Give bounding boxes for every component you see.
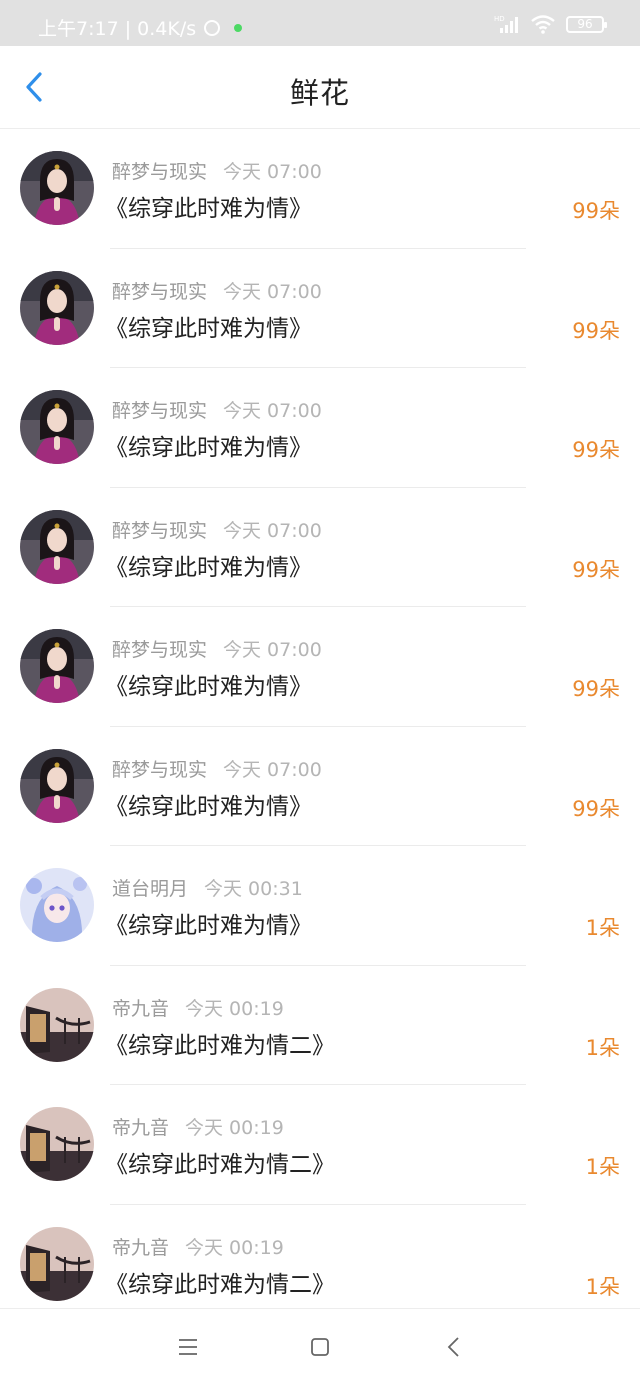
- sender-name: 醉梦与现实: [112, 639, 208, 661]
- sent-time: 今天 07:00: [223, 400, 322, 422]
- item-meta: 醉梦与现实 今天 07:00: [112, 755, 322, 782]
- home-icon[interactable]: [308, 1335, 332, 1359]
- list-item[interactable]: 醉梦与现实 今天 07:00 《综穿此时难为情》 99朵: [0, 249, 640, 368]
- item-meta: 醉梦与现实 今天 07:00: [112, 277, 322, 304]
- book-title: 《综穿此时难为情》: [105, 554, 312, 581]
- flower-amount: 1朵: [585, 1274, 620, 1299]
- list-item[interactable]: 醉梦与现实 今天 07:00 《综穿此时难为情》 99朵: [0, 129, 640, 249]
- sender-name: 醉梦与现实: [112, 161, 208, 183]
- sender-name: 帝九音: [112, 1117, 170, 1139]
- book-title: 《综穿此时难为情二》: [105, 1271, 335, 1298]
- book-title: 《综穿此时难为情》: [105, 435, 312, 461]
- flower-amount: 99朵: [572, 557, 620, 582]
- book-title: 《综穿此时难为情》: [105, 315, 312, 342]
- sent-time: 今天 00:19: [185, 1236, 284, 1259]
- avatar[interactable]: [20, 509, 94, 584]
- item-meta: 醉梦与现实 今天 07:00: [112, 635, 322, 662]
- notification-dot-icon: [234, 23, 243, 32]
- book-title: 《综穿此时难为情》: [105, 793, 312, 820]
- avatar[interactable]: [20, 1107, 94, 1181]
- flower-amount: 1朵: [585, 1155, 620, 1179]
- item-meta: 帝九音 今天 00:19: [112, 1233, 284, 1260]
- sender-name: 帝九音: [112, 1236, 170, 1259]
- sender-name: 醉梦与现实: [112, 280, 208, 303]
- flower-amount: 99朵: [572, 677, 620, 701]
- flower-amount: 99朵: [572, 438, 620, 462]
- flower-amount: 1朵: [585, 1035, 620, 1060]
- avatar[interactable]: [20, 1226, 94, 1301]
- avatar[interactable]: [20, 987, 94, 1062]
- page-title: 鲜花: [289, 76, 350, 110]
- menu-icon[interactable]: [176, 1335, 200, 1359]
- flower-amount: 99朵: [572, 199, 620, 223]
- list-item[interactable]: 道台明月 今天 00:31 《综穿此时难为情》 1朵: [0, 846, 640, 966]
- book-title: 《综穿此时难为情二》: [105, 1032, 335, 1059]
- wifi-icon: [531, 15, 555, 34]
- avatar[interactable]: [20, 151, 94, 225]
- book-title: 《综穿此时难为情》: [105, 913, 312, 939]
- list-item[interactable]: 帝九音 今天 00:19 《综穿此时难为情二》 1朵: [0, 1085, 640, 1205]
- sender-name: 帝九音: [112, 997, 170, 1020]
- book-title: 《综穿此时难为情》: [105, 674, 312, 700]
- status-time: 上午7:17 | 0.4K/s: [38, 18, 197, 40]
- item-meta: 帝九音 今天 00:19: [112, 1113, 284, 1140]
- sent-time: 今天 07:00: [223, 161, 322, 183]
- sender-name: 道台明月: [112, 878, 189, 900]
- item-meta: 帝九音 今天 00:19: [112, 994, 284, 1021]
- back-nav-icon[interactable]: [442, 1335, 466, 1359]
- status-left: 上午7:17 | 0.4K/s: [38, 14, 243, 41]
- item-meta: 道台明月 今天 00:31: [112, 874, 303, 901]
- sender-name: 醉梦与现实: [112, 758, 208, 781]
- alarm-icon: [204, 19, 221, 36]
- status-right: HD 96: [494, 14, 607, 34]
- sent-time: 今天 00:19: [185, 997, 284, 1020]
- item-meta: 醉梦与现实 今天 07:00: [112, 157, 322, 184]
- sent-time: 今天 00:31: [204, 878, 303, 900]
- flower-list: 醉梦与现实 今天 07:00 《综穿此时难为情》 99朵 醉梦与现实 今天 07:00 《综…: [0, 129, 640, 1324]
- flower-amount: 99朵: [572, 318, 620, 343]
- sender-name: 醉梦与现实: [112, 400, 208, 422]
- list-item[interactable]: 帝九音 今天 00:19 《综穿此时难为情二》 1朵: [0, 1205, 640, 1324]
- sent-time: 今天 07:00: [223, 758, 322, 781]
- list-item[interactable]: 醉梦与现实 今天 07:00 《综穿此时难为情》 99朵: [0, 727, 640, 846]
- list-item[interactable]: 帝九音 今天 00:19 《综穿此时难为情二》 1朵: [0, 966, 640, 1085]
- book-title: 《综穿此时难为情二》: [105, 1152, 335, 1178]
- sent-time: 今天 07:00: [223, 519, 322, 542]
- signal-icon: HD: [494, 15, 518, 33]
- list-item[interactable]: 醉梦与现实 今天 07:00 《综穿此时难为情》 99朵: [0, 607, 640, 727]
- sender-name: 醉梦与现实: [112, 519, 208, 542]
- sent-time: 今天 07:00: [223, 639, 322, 661]
- system-nav-bar: [0, 1308, 640, 1387]
- sent-time: 今天 00:19: [185, 1117, 284, 1139]
- status-bar: 上午7:17 | 0.4K/s HD 96: [0, 0, 640, 46]
- list-item[interactable]: 醉梦与现实 今天 07:00 《综穿此时难为情》 99朵: [0, 368, 640, 488]
- flower-amount: 99朵: [572, 796, 620, 821]
- book-title: 《综穿此时难为情》: [105, 196, 312, 222]
- sent-time: 今天 07:00: [223, 280, 322, 303]
- network-label: HD: [494, 15, 505, 23]
- header: 鲜花: [0, 46, 640, 129]
- flower-amount: 1朵: [585, 916, 620, 940]
- battery-icon: 96: [566, 15, 607, 33]
- battery-level: 96: [577, 16, 593, 31]
- avatar[interactable]: [20, 270, 94, 345]
- avatar[interactable]: [20, 868, 94, 942]
- item-meta: 醉梦与现实 今天 07:00: [112, 396, 322, 423]
- item-meta: 醉梦与现实 今天 07:00: [112, 516, 322, 543]
- avatar[interactable]: [20, 748, 94, 823]
- avatar[interactable]: [20, 390, 94, 464]
- avatar[interactable]: [20, 629, 94, 703]
- list-item[interactable]: 醉梦与现实 今天 07:00 《综穿此时难为情》 99朵: [0, 488, 640, 607]
